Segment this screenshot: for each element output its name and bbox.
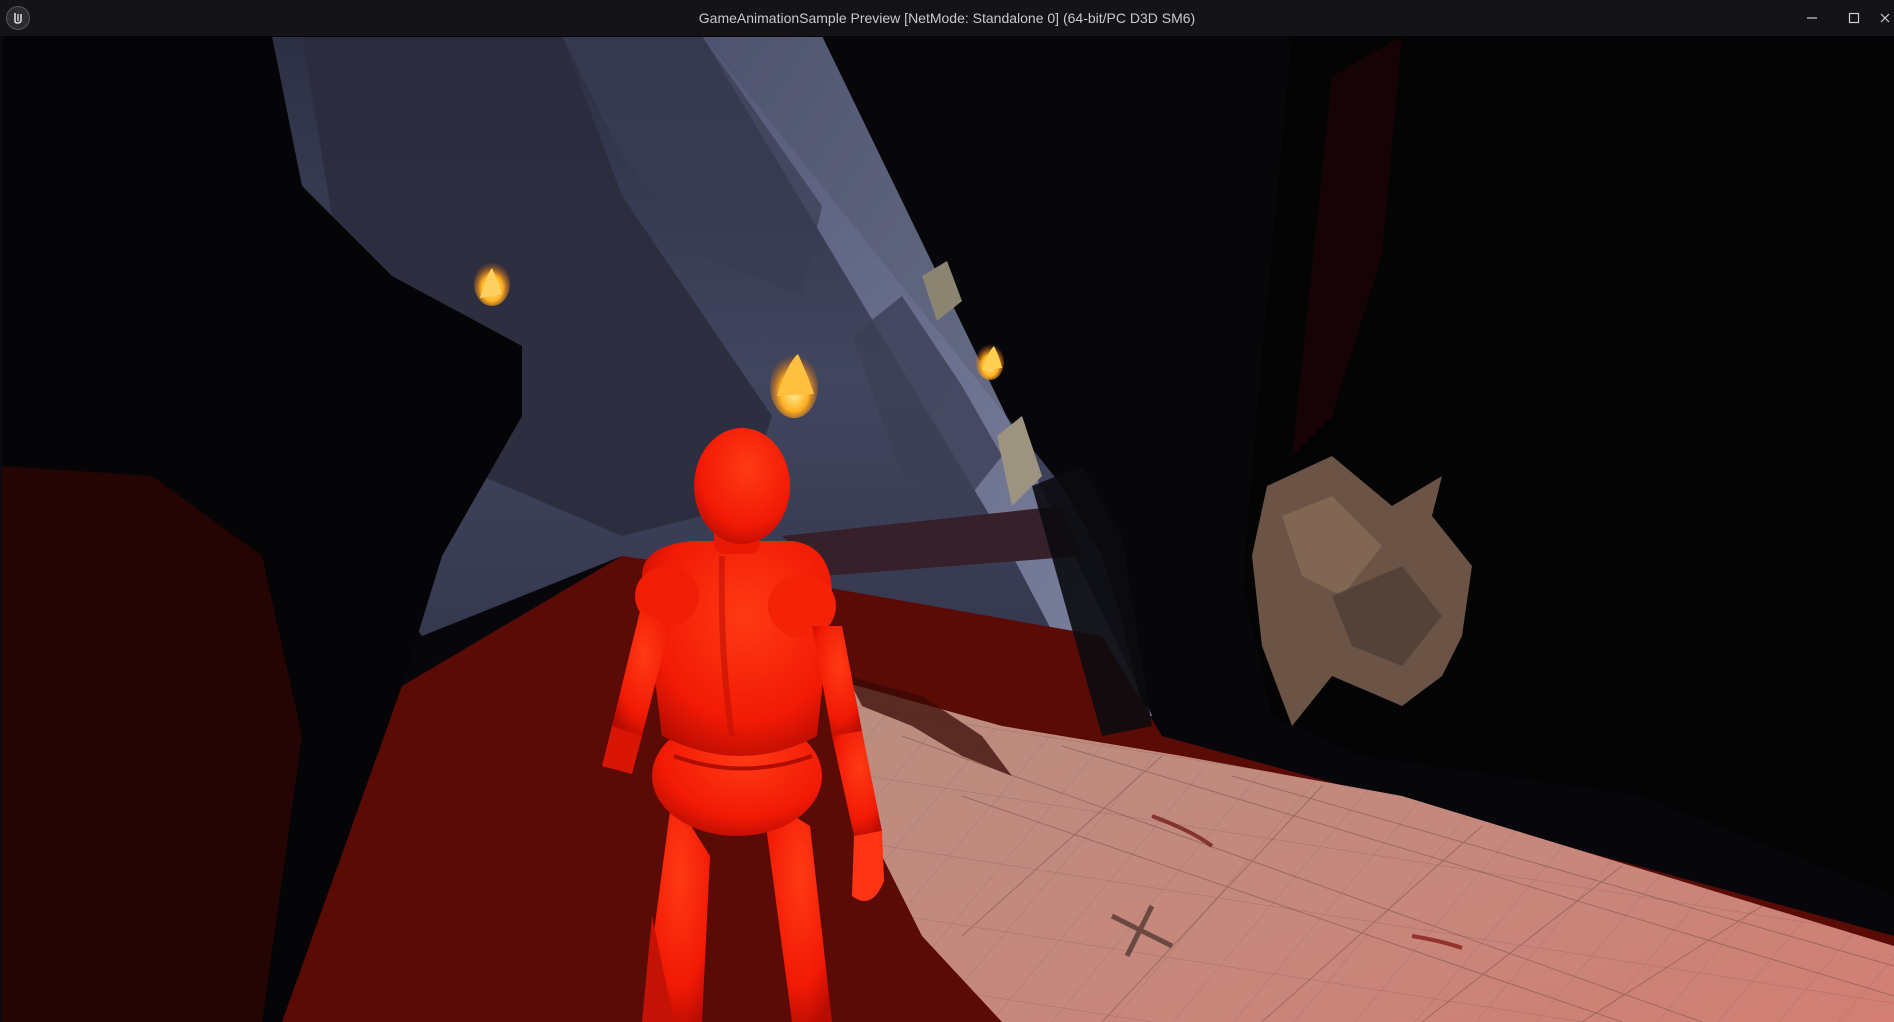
minimize-button[interactable]: [1794, 4, 1830, 32]
torch-flame-left: [474, 262, 510, 306]
close-button[interactable]: [1876, 4, 1894, 32]
maximize-icon: [1848, 12, 1860, 24]
title-bar[interactable]: GameAnimationSample Preview [NetMode: St…: [0, 0, 1894, 37]
game-scene: [2, 36, 1894, 1022]
minimize-icon: [1807, 17, 1817, 19]
maximize-button[interactable]: [1836, 4, 1872, 32]
close-icon: [1880, 13, 1890, 23]
window-title: GameAnimationSample Preview [NetMode: St…: [698, 10, 1196, 26]
unreal-engine-logo-icon[interactable]: [6, 6, 30, 30]
game-viewport[interactable]: [2, 36, 1894, 1022]
torch-flame-right: [976, 344, 1004, 380]
game-window: GameAnimationSample Preview [NetMode: St…: [0, 0, 1894, 1022]
torch-flame-center: [770, 354, 818, 418]
